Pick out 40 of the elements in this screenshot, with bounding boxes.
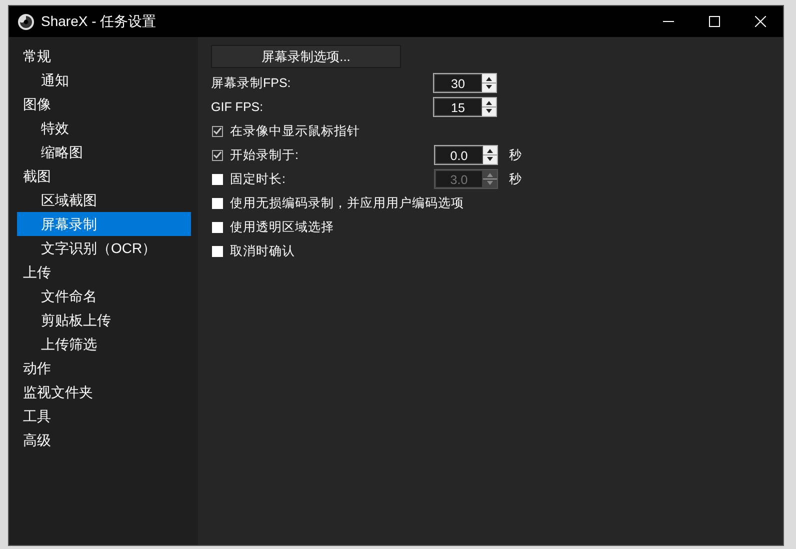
setting-label: 屏幕录制FPS: xyxy=(211,74,292,92)
sidebar-item[interactable]: 工具 xyxy=(17,404,191,428)
close-icon xyxy=(754,16,766,27)
checkbox[interactable] xyxy=(212,126,223,136)
sidebar-item[interactable]: 高级 xyxy=(17,428,191,452)
checkbox-label: 使用无损编码录制，并应用用户编码选项 xyxy=(230,194,464,212)
sidebar-item[interactable]: 特效 xyxy=(17,116,191,140)
checkbox-label: 开始录制于: xyxy=(230,146,300,164)
sidebar-item[interactable]: 截图 xyxy=(17,164,191,188)
checkbox[interactable] xyxy=(212,198,223,208)
sidebar-item[interactable]: 动作 xyxy=(17,356,191,380)
checkbox-label: 固定时长: xyxy=(230,170,286,188)
sidebar-item[interactable]: 剪贴板上传 xyxy=(17,308,191,332)
checkbox-label: 取消时确认 xyxy=(230,242,295,260)
sidebar-item[interactable]: 屏幕录制 xyxy=(17,212,191,236)
setting-label: GIF FPS: xyxy=(211,100,264,114)
sidebar-item[interactable]: 图像 xyxy=(17,92,191,116)
number-spinner[interactable]: 30 xyxy=(433,73,497,93)
sidebar-item[interactable]: 常规 xyxy=(17,44,191,68)
checkbox-label: 在录像中显示鼠标指针 xyxy=(230,122,360,140)
checkbox-label: 使用透明区域选择 xyxy=(230,218,334,236)
checkbox[interactable] xyxy=(212,150,223,160)
options-button[interactable]: 屏幕录制选项... xyxy=(211,45,401,68)
checkbox[interactable] xyxy=(212,246,223,256)
sidebar-item[interactable]: 文字识别（OCR） xyxy=(17,236,191,260)
number-spinner[interactable]: 0.0 xyxy=(434,145,498,165)
unit-label: 秒 xyxy=(509,170,522,188)
sidebar-item[interactable]: 上传筛选 xyxy=(17,332,191,356)
sidebar-item[interactable]: 上传 xyxy=(17,260,191,284)
checkbox[interactable] xyxy=(212,222,223,232)
maximize-icon xyxy=(708,16,720,27)
window-title: ShareX - 任务设置 xyxy=(41,12,158,30)
sidebar-item[interactable]: 缩略图 xyxy=(17,140,191,164)
sidebar-item[interactable]: 区域截图 xyxy=(17,188,191,212)
sidebar-item[interactable]: 监视文件夹 xyxy=(17,380,191,404)
app-logo-icon xyxy=(17,12,35,30)
sidebar-item[interactable]: 通知 xyxy=(17,68,191,92)
sidebar-item[interactable]: 文件命名 xyxy=(17,284,191,308)
unit-label: 秒 xyxy=(509,146,522,164)
number-spinner[interactable]: 15 xyxy=(433,97,497,117)
